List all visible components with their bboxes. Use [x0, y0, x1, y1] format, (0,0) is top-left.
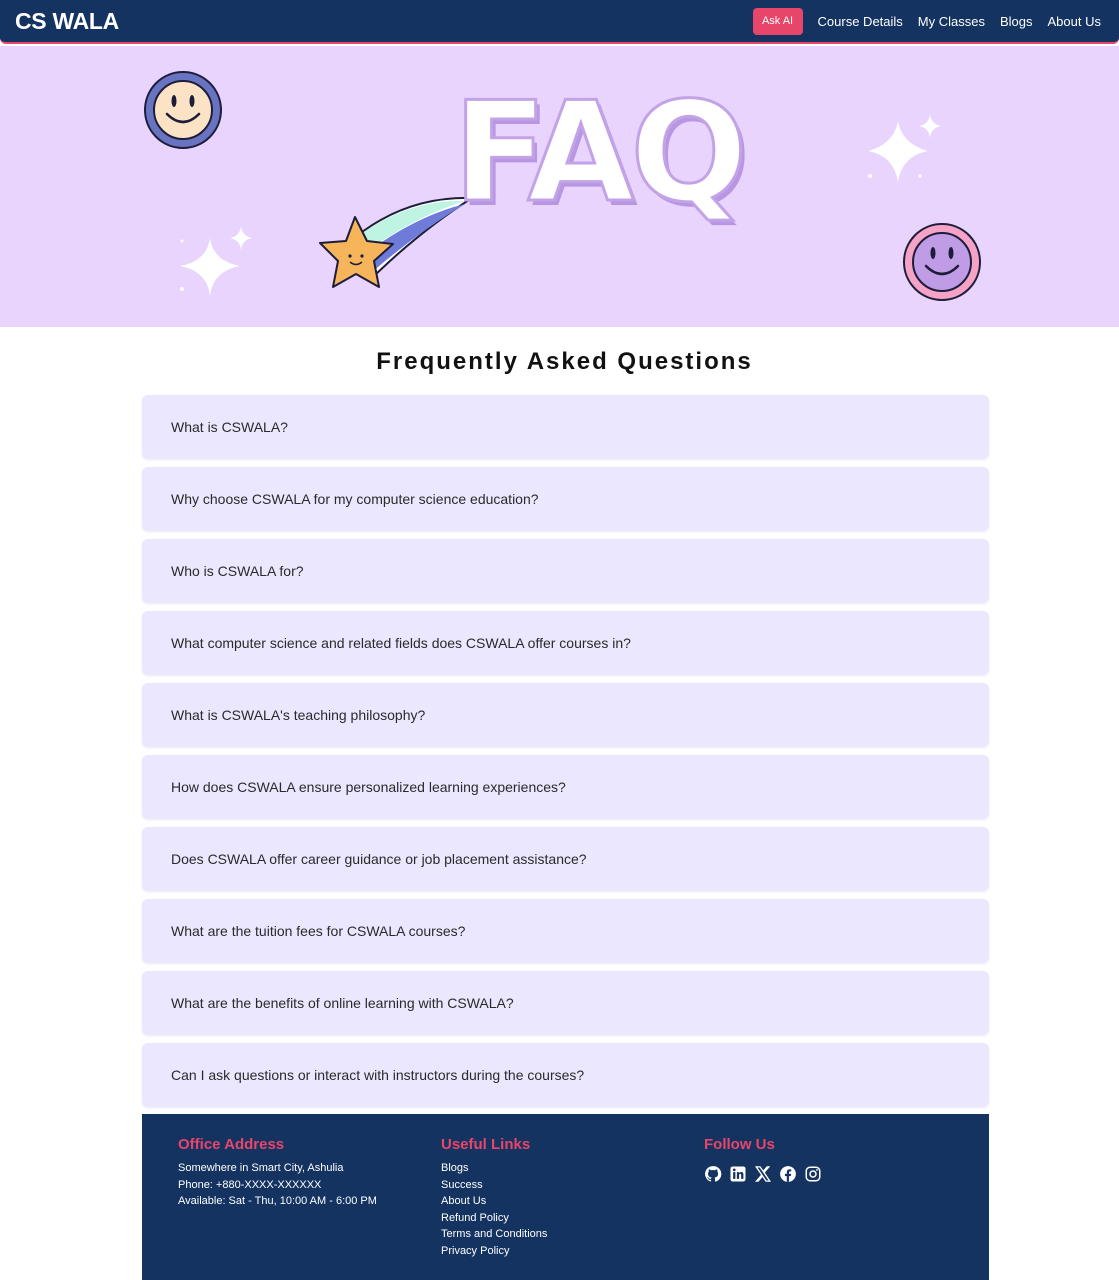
useful-links-heading: Useful Links [441, 1136, 531, 1153]
office-address-section: Office Address Somewhere in Smart City, … [178, 1136, 377, 1210]
availability-line: Available: Sat - Thu, 10:00 AM - 6:00 PM [178, 1195, 377, 1208]
footer-link-blogs[interactable]: Blogs [441, 1160, 547, 1177]
faq-item[interactable]: Does CSWALA offer career guidance or job… [142, 827, 989, 891]
footer: Office Address Somewhere in Smart City, … [142, 1114, 989, 1280]
instagram-icon[interactable] [804, 1165, 822, 1183]
facebook-icon[interactable] [779, 1165, 797, 1183]
social-icons [704, 1165, 829, 1183]
github-icon[interactable] [704, 1165, 722, 1183]
nav-blogs[interactable]: Blogs [1000, 14, 1033, 29]
follow-us-section: Follow Us [704, 1136, 829, 1183]
sparkle-icon [180, 226, 252, 296]
phone-line: Phone: +880-XXXX-XXXXXX [178, 1178, 322, 1191]
faq-heading: Frequently Asked Questions [376, 348, 753, 375]
nav-links: Ask AI Course Details My Classes Blogs A… [752, 8, 1101, 35]
shooting-star-icon [319, 196, 476, 288]
faq-item[interactable]: What are the tuition fees for CSWALA cou… [142, 899, 989, 963]
smiley-icon [903, 223, 981, 301]
faq-item[interactable]: What computer science and related fields… [142, 611, 989, 675]
footer-link-privacy[interactable]: Privacy Policy [441, 1243, 547, 1260]
brand-logo[interactable]: CS WALA [15, 8, 119, 35]
footer-link-refund-policy[interactable]: Refund Policy [441, 1210, 547, 1227]
sparkle-icon [868, 114, 941, 182]
navbar: CS WALA Ask AI Course Details My Classes… [0, 0, 1119, 44]
office-address-heading: Office Address [178, 1136, 285, 1153]
nav-course-details[interactable]: Course Details [818, 14, 903, 29]
faq-item[interactable]: What is CSWALA? [142, 395, 989, 459]
useful-links-section: Useful Links Blogs Success About Us Refu… [441, 1136, 547, 1260]
faq-item[interactable]: What is CSWALA's teaching philosophy? [142, 683, 989, 747]
footer-link-terms[interactable]: Terms and Conditions [441, 1226, 547, 1243]
follow-us-heading: Follow Us [704, 1136, 775, 1153]
smiley-icon [144, 71, 222, 149]
linkedin-icon[interactable] [729, 1165, 747, 1183]
nav-about-us[interactable]: About Us [1048, 14, 1101, 29]
faq-banner-text: FAQ [452, 72, 750, 233]
faq-hero-banner: FAQ [0, 46, 1119, 327]
footer-link-about-us[interactable]: About Us [441, 1193, 547, 1210]
x-icon[interactable] [754, 1165, 772, 1183]
faq-item[interactable]: Can I ask questions or interact with ins… [142, 1043, 989, 1107]
footer-link-success[interactable]: Success [441, 1177, 547, 1194]
nav-my-classes[interactable]: My Classes [918, 14, 985, 29]
ask-ai-button[interactable]: Ask AI [752, 8, 803, 35]
faq-item[interactable]: Who is CSWALA for? [142, 539, 989, 603]
faq-item[interactable]: Why choose CSWALA for my computer scienc… [142, 467, 989, 531]
address-line: Somewhere in Smart City, Ashulia [178, 1162, 344, 1174]
faq-item[interactable]: What are the benefits of online learning… [142, 971, 989, 1035]
faq-item[interactable]: How does CSWALA ensure personalized lear… [142, 755, 989, 819]
faq-list: What is CSWALA? Why choose CSWALA for my… [142, 395, 989, 1115]
